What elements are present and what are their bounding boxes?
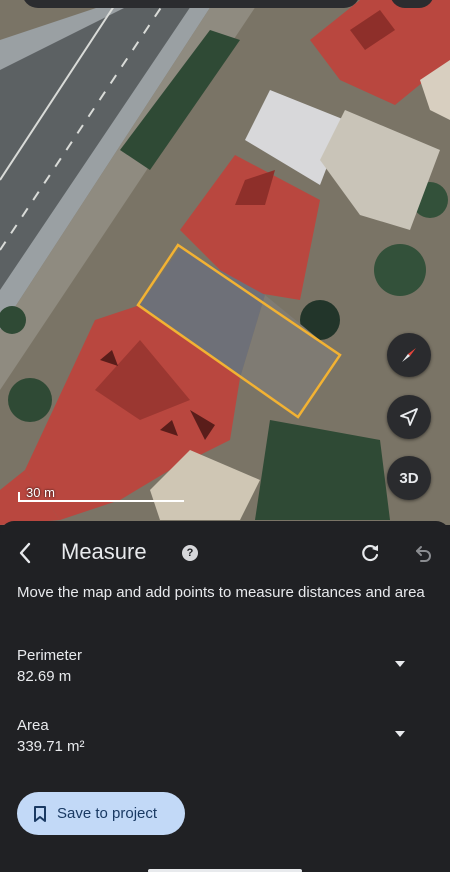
undo-button[interactable] (409, 539, 437, 567)
map-scale: 30 m (16, 485, 186, 505)
bookmark-icon (34, 805, 46, 822)
measure-header: Measure ? (0, 535, 450, 571)
my-location-button[interactable] (387, 395, 431, 439)
redo-icon (362, 544, 379, 562)
compass-button[interactable] (387, 333, 431, 377)
save-to-project-button[interactable]: Save to project (17, 792, 185, 835)
perimeter-section[interactable]: Perimeter 82.69 m (17, 647, 417, 685)
area-section[interactable]: Area 339.71 m² (17, 717, 417, 755)
perimeter-label: Perimeter (17, 647, 83, 664)
chevron-down-icon[interactable] (394, 660, 406, 668)
compass-icon (402, 348, 416, 362)
navigation-arrow-icon (400, 408, 418, 426)
scale-label: 30 m (26, 485, 55, 500)
redo-button[interactable] (356, 539, 384, 567)
page-title: Measure (61, 539, 147, 564)
satellite-imagery (0, 0, 450, 525)
back-icon (19, 542, 31, 564)
3d-toggle-button[interactable]: 3D (387, 456, 431, 500)
perimeter-value: 82.69 m (17, 668, 72, 685)
area-value: 339.71 m² (17, 738, 85, 755)
satellite-map[interactable]: 3D 30 m (0, 0, 450, 525)
search-bar[interactable] (22, 0, 360, 8)
back-button[interactable] (10, 537, 40, 569)
scale-bar (18, 500, 184, 502)
measure-panel: Measure ? Move the map and add points to… (0, 521, 450, 872)
save-button-label: Save to project (57, 805, 158, 822)
help-icon[interactable]: ? (182, 545, 198, 561)
area-label: Area (17, 717, 49, 734)
undo-icon (416, 546, 431, 562)
instructions-text: Move the map and add points to measure d… (17, 584, 425, 601)
chevron-down-icon[interactable] (394, 730, 406, 738)
